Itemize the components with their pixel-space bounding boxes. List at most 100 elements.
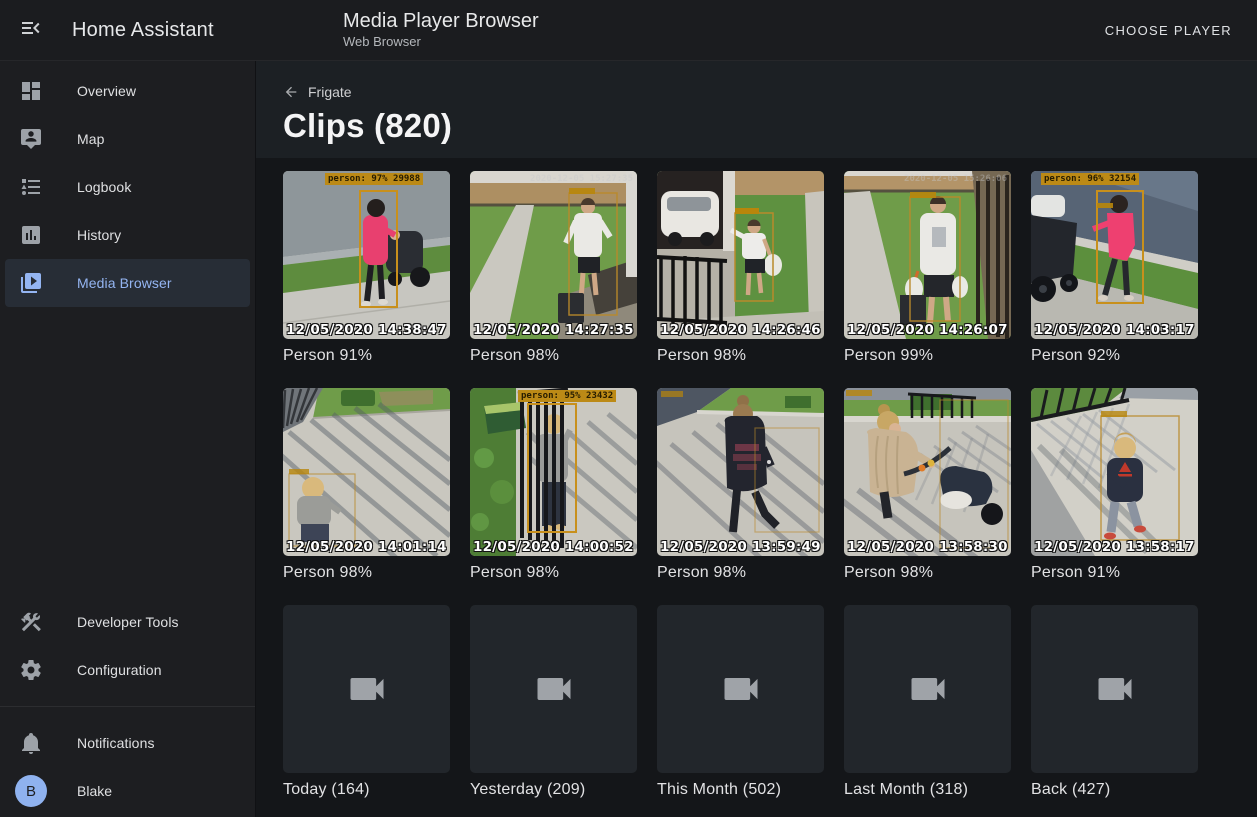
format-list-bulleted-icon bbox=[19, 175, 43, 199]
media-browser-panel: Frigate Clips (820) bbox=[256, 61, 1257, 817]
folder-card-last-month: Last Month (318) bbox=[844, 605, 1011, 799]
clip-thumbnail[interactable]: person: 95% 23432 12/05/2020 14:00:52 bbox=[470, 388, 637, 556]
clip-timestamp: 12/05/2020 14:03:17 bbox=[1034, 322, 1195, 338]
clip-card: 12/05/2020 14:01:14 Person 98% bbox=[283, 388, 450, 582]
clip-card: person: 96% 32154 12/05/2020 14:03:17 Pe… bbox=[1031, 171, 1198, 365]
content-header: Frigate Clips (820) bbox=[256, 61, 1257, 158]
chart-box-icon bbox=[19, 223, 43, 247]
clip-timestamp: 12/05/2020 14:26:07 bbox=[847, 322, 1008, 338]
detection-label: person: 95% 23432 bbox=[518, 390, 616, 402]
sidebar-item-logbook[interactable]: Logbook bbox=[5, 163, 250, 211]
clip-grid: person: 97% 29988 12/05/2020 14:38:47 Pe… bbox=[283, 171, 1257, 799]
video-icon bbox=[532, 667, 576, 711]
clip-card: 2020-12-05 15:26:06 12/05/2020 14:26:07 … bbox=[844, 171, 1011, 365]
clip-thumbnail[interactable]: 12/05/2020 14:26:46 bbox=[657, 171, 824, 339]
hammer-icon bbox=[19, 610, 43, 634]
avatar: B bbox=[15, 775, 47, 807]
clip-thumbnail[interactable]: 12/05/2020 13:58:17 bbox=[1031, 388, 1198, 556]
clip-timestamp: 12/05/2020 14:01:14 bbox=[286, 539, 447, 555]
breadcrumb-back[interactable]: Frigate bbox=[283, 84, 352, 100]
folder-caption: Last Month (318) bbox=[844, 781, 1011, 799]
sidebar-item-developer-tools[interactable]: Developer Tools bbox=[5, 598, 250, 646]
sidebar-item-notifications[interactable]: Notifications bbox=[5, 719, 250, 767]
content-body: person: 97% 29988 12/05/2020 14:38:47 Pe… bbox=[256, 158, 1257, 817]
sidebar-item-map[interactable]: Map bbox=[5, 115, 250, 163]
bell-icon bbox=[19, 731, 43, 755]
clip-thumbnail[interactable]: 2020-12-05 15:26:06 12/05/2020 14:26:07 bbox=[844, 171, 1011, 339]
folder-caption: Yesterday (209) bbox=[470, 781, 637, 799]
clip-card: person: 95% 23432 12/05/2020 14:00:52 Pe… bbox=[470, 388, 637, 582]
sidebar-item-configuration[interactable]: Configuration bbox=[5, 646, 250, 694]
folder-thumbnail[interactable] bbox=[844, 605, 1011, 773]
camera-timestamp: 2020-12-05 15:27:35 bbox=[530, 174, 633, 184]
folder-thumbnail[interactable] bbox=[470, 605, 637, 773]
clip-timestamp: 12/05/2020 14:00:52 bbox=[473, 539, 634, 555]
clip-caption: Person 98% bbox=[657, 347, 824, 365]
sidebar-spacer bbox=[0, 307, 255, 598]
sidebar-item-history[interactable]: History bbox=[5, 211, 250, 259]
app-title: Home Assistant bbox=[72, 19, 214, 42]
menu-open-icon bbox=[19, 16, 43, 45]
clip-caption: Person 98% bbox=[283, 564, 450, 582]
clip-thumbnail[interactable]: person: 97% 29988 12/05/2020 14:38:47 bbox=[283, 171, 450, 339]
folder-caption: Back (427) bbox=[1031, 781, 1198, 799]
play-box-multiple-icon bbox=[19, 271, 43, 295]
clip-caption: Person 98% bbox=[657, 564, 824, 582]
folder-thumbnail[interactable] bbox=[283, 605, 450, 773]
arrow-left-icon bbox=[283, 84, 299, 100]
sidebar-item-label: Map bbox=[77, 131, 105, 147]
sidebar-item-label: Logbook bbox=[77, 179, 131, 195]
panel-title-block: Media Player Browser Web Browser bbox=[343, 10, 539, 50]
clip-card: 12/05/2020 14:26:46 Person 98% bbox=[657, 171, 824, 365]
clip-timestamp: 12/05/2020 13:58:17 bbox=[1034, 539, 1195, 555]
clip-card: person: 97% 29988 12/05/2020 14:38:47 Pe… bbox=[283, 171, 450, 365]
folder-card-back: Back (427) bbox=[1031, 605, 1198, 799]
clip-timestamp: 12/05/2020 14:27:35 bbox=[473, 322, 634, 338]
clip-thumbnail[interactable]: 2020-12-05 15:27:35 12/05/2020 14:27:35 bbox=[470, 171, 637, 339]
sidebar-item-media-browser[interactable]: Media Browser bbox=[5, 259, 250, 307]
clip-caption: Person 91% bbox=[283, 347, 450, 365]
clip-caption: Person 92% bbox=[1031, 347, 1198, 365]
sidebar-divider bbox=[0, 706, 255, 707]
folder-card-this-month: This Month (502) bbox=[657, 605, 824, 799]
clip-card: 2020-12-05 15:27:35 12/05/2020 14:27:35 … bbox=[470, 171, 637, 365]
sidebar-item-label: Developer Tools bbox=[77, 614, 179, 630]
sidebar-item-label: Configuration bbox=[77, 662, 162, 678]
video-icon bbox=[1093, 667, 1137, 711]
app-bar: Home Assistant Media Player Browser Web … bbox=[0, 0, 1257, 61]
clip-thumbnail[interactable]: 12/05/2020 14:01:14 bbox=[283, 388, 450, 556]
tooltip-account-icon bbox=[19, 127, 43, 151]
sidebar-item-label: Media Browser bbox=[77, 275, 172, 291]
clip-timestamp: 12/05/2020 14:38:47 bbox=[286, 322, 447, 338]
choose-player-button[interactable]: CHOOSE PLAYER bbox=[1097, 15, 1240, 46]
video-icon bbox=[719, 667, 763, 711]
camera-timestamp: 2020-12-05 15:26:06 bbox=[904, 174, 1007, 184]
clip-caption: Person 98% bbox=[470, 347, 637, 365]
folder-card-yesterday: Yesterday (209) bbox=[470, 605, 637, 799]
clip-thumbnail[interactable]: person: 96% 32154 12/05/2020 14:03:17 bbox=[1031, 171, 1198, 339]
detection-label: person: 97% 29988 bbox=[325, 173, 423, 185]
clip-thumbnail[interactable]: 12/05/2020 13:59:49 bbox=[657, 388, 824, 556]
clip-caption: Person 98% bbox=[844, 564, 1011, 582]
sidebar: Overview Map Logbook History Media Brows… bbox=[0, 61, 256, 817]
sidebar-toggle-button[interactable] bbox=[17, 16, 45, 44]
clip-caption: Person 91% bbox=[1031, 564, 1198, 582]
clip-card: 12/05/2020 13:59:49 Person 98% bbox=[657, 388, 824, 582]
sidebar-item-overview[interactable]: Overview bbox=[5, 67, 250, 115]
clip-thumbnail[interactable]: 12/05/2020 13:58:30 bbox=[844, 388, 1011, 556]
app-bar-left: Home Assistant bbox=[0, 16, 256, 44]
clip-timestamp: 12/05/2020 14:26:46 bbox=[660, 322, 821, 338]
clip-caption: Person 99% bbox=[844, 347, 1011, 365]
breadcrumb-label: Frigate bbox=[308, 84, 352, 100]
clip-timestamp: 12/05/2020 13:59:49 bbox=[660, 539, 821, 555]
folder-thumbnail[interactable] bbox=[657, 605, 824, 773]
video-icon bbox=[906, 667, 950, 711]
folder-thumbnail[interactable] bbox=[1031, 605, 1198, 773]
sidebar-item-user-profile[interactable]: B Blake bbox=[5, 767, 250, 815]
detection-label: person: 96% 32154 bbox=[1041, 173, 1139, 185]
folder-caption: Today (164) bbox=[283, 781, 450, 799]
user-name: Blake bbox=[77, 783, 112, 799]
clip-card: 12/05/2020 13:58:30 Person 98% bbox=[844, 388, 1011, 582]
clip-caption: Person 98% bbox=[470, 564, 637, 582]
panel-title: Media Player Browser bbox=[343, 10, 539, 33]
